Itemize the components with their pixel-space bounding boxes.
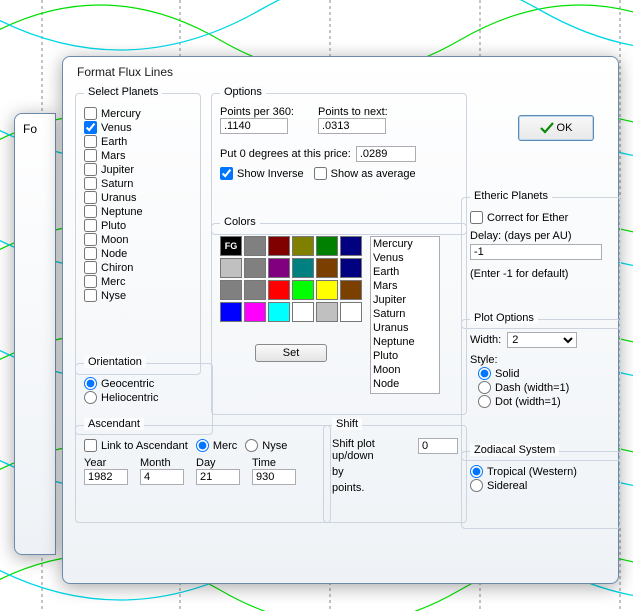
color-list-item[interactable]: Node	[371, 377, 439, 391]
background-dialog-title: Fo	[15, 114, 55, 136]
color-swatch[interactable]	[340, 302, 362, 322]
link-to-ascendant-checkbox[interactable]: Link to Ascendant	[84, 439, 188, 452]
colors-legend: Colors	[220, 216, 260, 228]
color-swatch[interactable]	[340, 258, 362, 278]
delay-input[interactable]	[470, 244, 602, 260]
planet-checkbox-neptune[interactable]: Neptune	[84, 205, 192, 218]
color-list-item[interactable]: Venus	[371, 251, 439, 265]
color-list-item[interactable]: Earth	[371, 265, 439, 279]
planet-checkbox-chiron[interactable]: Chiron	[84, 261, 192, 274]
dialog-title: Format Flux Lines	[63, 57, 618, 83]
planet-checkbox-moon[interactable]: Moon	[84, 233, 192, 246]
planet-checkbox-saturn[interactable]: Saturn	[84, 177, 192, 190]
etheric-planets-group: Etheric Planets Correct for Ether Delay:…	[461, 197, 621, 329]
show-as-average-checkbox[interactable]: Show as average	[314, 167, 416, 180]
plot-legend: Plot Options	[470, 312, 538, 324]
color-swatch[interactable]	[220, 280, 242, 300]
format-flux-lines-dialog: Format Flux Lines OK Select Planets Merc…	[62, 56, 619, 584]
planet-checkbox-uranus[interactable]: Uranus	[84, 191, 192, 204]
show-inverse-checkbox[interactable]: Show Inverse	[220, 167, 304, 180]
points-per-360-input[interactable]	[220, 118, 288, 134]
etheric-legend: Etheric Planets	[470, 190, 552, 202]
zodiac-sidereal-radio[interactable]: Sidereal	[470, 479, 612, 492]
color-swatch[interactable]	[316, 280, 338, 300]
ascendant-group: Ascendant Link to Ascendant Merc Nyse Ye…	[75, 425, 331, 523]
color-swatch[interactable]	[268, 302, 290, 322]
put-0-price-input[interactable]	[356, 146, 416, 162]
color-swatch[interactable]	[244, 236, 266, 256]
color-swatch[interactable]	[292, 302, 314, 322]
color-swatch[interactable]	[316, 258, 338, 278]
color-list-item[interactable]: Neptune	[371, 335, 439, 349]
color-list-item[interactable]: Jupiter	[371, 293, 439, 307]
orientation-legend: Orientation	[84, 356, 146, 368]
planet-checkbox-pluto[interactable]: Pluto	[84, 219, 192, 232]
color-planet-list[interactable]: MercuryVenusEarthMarsJupiterSaturnUranus…	[370, 236, 440, 394]
ascendant-nyse-radio[interactable]: Nyse	[245, 439, 287, 452]
color-swatch[interactable]	[244, 258, 266, 278]
color-swatch[interactable]	[268, 258, 290, 278]
background-dialog: Fo	[14, 113, 56, 555]
color-swatch[interactable]	[268, 236, 290, 256]
color-swatch[interactable]	[244, 280, 266, 300]
planet-checkbox-nyse[interactable]: Nyse	[84, 289, 192, 302]
day-input[interactable]	[196, 469, 240, 485]
style-dash-radio[interactable]: Dash (width=1)	[478, 381, 612, 394]
orientation-heliocentric-radio[interactable]: Heliocentric	[84, 391, 204, 404]
color-swatch[interactable]	[244, 302, 266, 322]
orientation-geocentric-radio[interactable]: Geocentric	[84, 377, 204, 390]
planet-checkbox-venus[interactable]: Venus	[84, 121, 192, 134]
color-swatch[interactable]	[340, 280, 362, 300]
year-input[interactable]	[84, 469, 128, 485]
color-swatch[interactable]	[292, 258, 314, 278]
shift-value-input[interactable]	[418, 438, 458, 454]
color-swatch[interactable]	[268, 280, 290, 300]
color-list-item[interactable]: Chiron	[371, 391, 439, 394]
options-legend: Options	[220, 86, 266, 98]
ascendant-merc-radio[interactable]: Merc	[196, 439, 237, 452]
planet-checkbox-earth[interactable]: Earth	[84, 135, 192, 148]
colors-group: Colors FG Set MercuryVenusEarthMarsJupit…	[211, 223, 467, 415]
shift-legend: Shift	[332, 418, 362, 430]
points-to-next-input[interactable]	[318, 118, 386, 134]
select-planets-group: Select Planets MercuryVenusEarthMarsJupi…	[75, 93, 201, 375]
plot-options-group: Plot Options Width: 2 Style: SolidDash (…	[461, 319, 621, 461]
zodiac-tropical-radio[interactable]: Tropical (Western)	[470, 465, 612, 478]
planet-checkbox-node[interactable]: Node	[84, 247, 192, 260]
color-swatch[interactable]	[316, 236, 338, 256]
select-planets-legend: Select Planets	[84, 86, 162, 98]
color-swatch[interactable]: FG	[220, 236, 242, 256]
color-swatch[interactable]	[292, 236, 314, 256]
shift-group: Shift Shift plot up/down by points.	[323, 425, 467, 523]
ok-button[interactable]: OK	[518, 115, 594, 141]
color-swatch[interactable]	[220, 258, 242, 278]
planet-checkbox-merc[interactable]: Merc	[84, 275, 192, 288]
planet-checkbox-mars[interactable]: Mars	[84, 149, 192, 162]
color-list-item[interactable]: Mars	[371, 279, 439, 293]
ascendant-legend: Ascendant	[84, 418, 144, 430]
planet-checkbox-jupiter[interactable]: Jupiter	[84, 163, 192, 176]
color-swatch[interactable]	[220, 302, 242, 322]
style-solid-radio[interactable]: Solid	[478, 367, 612, 380]
color-list-item[interactable]: Moon	[371, 363, 439, 377]
options-group: Options Points per 360: Points to next: …	[211, 93, 467, 235]
style-dot-radio[interactable]: Dot (width=1)	[478, 395, 612, 408]
color-swatch[interactable]	[292, 280, 314, 300]
check-icon	[540, 122, 554, 134]
month-input[interactable]	[140, 469, 184, 485]
set-color-button[interactable]: Set	[255, 344, 327, 362]
time-input[interactable]	[252, 469, 296, 485]
zodiac-legend: Zodiacal System	[470, 444, 559, 456]
color-list-item[interactable]: Pluto	[371, 349, 439, 363]
planet-checkbox-mercury[interactable]: Mercury	[84, 107, 192, 120]
width-select[interactable]: 2	[507, 332, 577, 348]
color-swatch[interactable]	[340, 236, 362, 256]
color-list-item[interactable]: Saturn	[371, 307, 439, 321]
zodiacal-system-group: Zodiacal System Tropical (Western)Sidere…	[461, 451, 621, 529]
color-swatch[interactable]	[316, 302, 338, 322]
color-list-item[interactable]: Uranus	[371, 321, 439, 335]
color-list-item[interactable]: Mercury	[371, 237, 439, 251]
correct-for-ether-checkbox[interactable]: Correct for Ether	[470, 211, 612, 224]
